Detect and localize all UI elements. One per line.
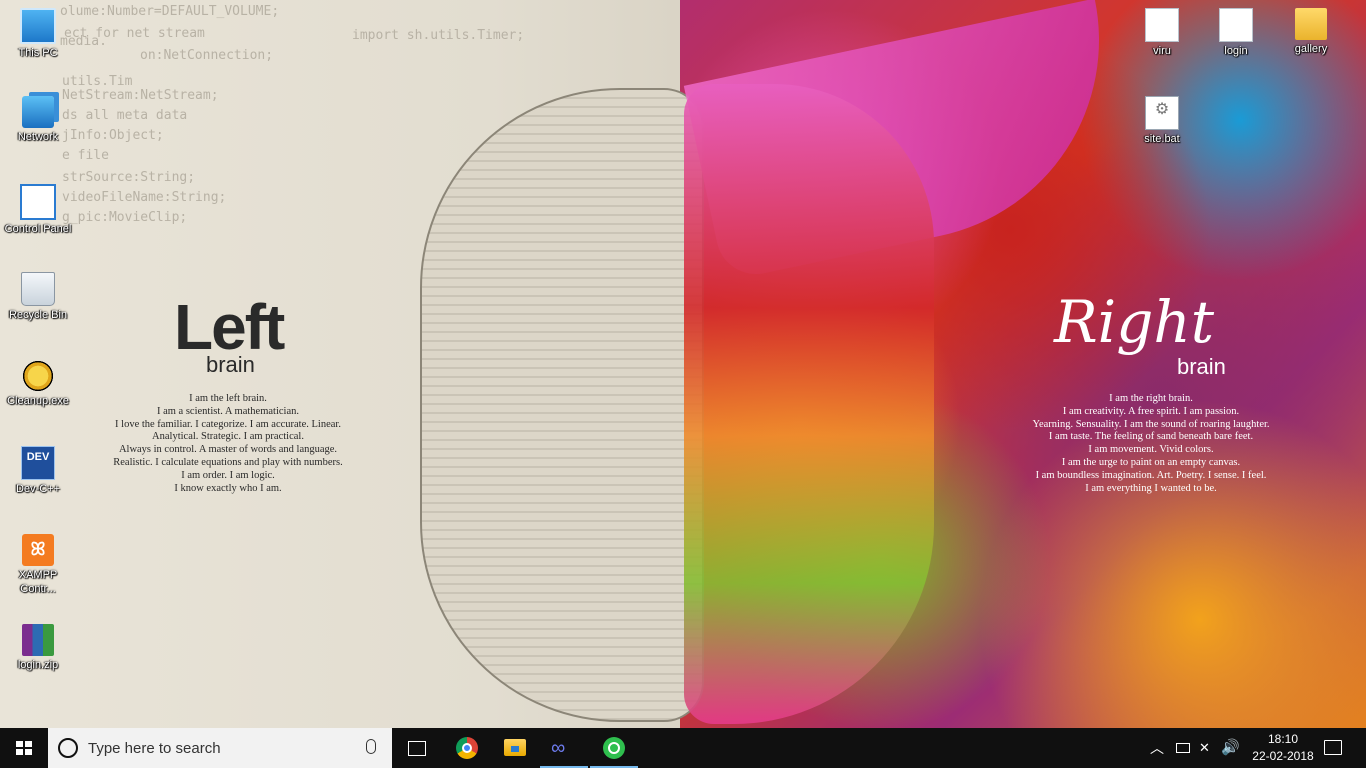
file-explorer-icon — [504, 739, 526, 756]
left-brain-text: I am the left brain. I am a scientist. A… — [92, 393, 364, 495]
right-brain-title: Right — [1054, 288, 1215, 356]
text-line: I love the familiar. I categorize. I am … — [115, 418, 341, 430]
desktop-icon-label: gallery — [1294, 43, 1328, 55]
microphone-icon[interactable] — [366, 739, 376, 754]
this-pc-icon — [20, 8, 56, 44]
desktop-icon-dev-cpp[interactable]: DEV Dev-C++ — [0, 446, 76, 496]
code-line: on:NetConnection; — [140, 48, 274, 63]
clock-date: 22-02-2018 — [1252, 749, 1314, 763]
taskbar-infinity-app[interactable]: ∞ — [540, 728, 588, 768]
desktop-icon-label: Network — [17, 131, 59, 143]
code-line: import sh.utils.Timer; — [352, 28, 525, 43]
desktop-icon-label: Control Panel — [4, 223, 72, 235]
text-line: I am the left brain. — [189, 393, 267, 404]
cleanup-icon — [22, 360, 54, 392]
desktop-icon-login[interactable]: login — [1198, 8, 1274, 58]
code-line: NetStream:NetStream; — [62, 88, 219, 103]
search-input[interactable]: Type here to search — [48, 728, 392, 768]
desktop-icon-label: login — [1224, 45, 1248, 57]
text-line: I am taste. The feeling of sand beneath … — [1048, 431, 1254, 443]
winrar-archive-icon — [22, 624, 54, 656]
right-brain-text: I am the right brain. I am creativity. A… — [1018, 393, 1284, 495]
document-icon — [1145, 8, 1179, 42]
battery-icon[interactable] — [1176, 743, 1190, 753]
text-line: I am the urge to paint on an empty canva… — [1061, 456, 1241, 468]
taskbar-green-app[interactable] — [590, 728, 638, 768]
taskbar-chrome[interactable] — [443, 728, 491, 768]
right-brain-subtitle: brain — [1177, 354, 1226, 379]
text-line: I am everything I wanted to be. — [1085, 482, 1217, 494]
code-line: ds all meta data — [62, 108, 188, 123]
xampp-icon: ꕤ — [22, 534, 54, 566]
taskbar: Type here to search ∞ ︿ ✕ 🔊 18:10 22-02-… — [0, 728, 1366, 768]
windows-logo-icon — [16, 741, 32, 755]
desktop-icon-gallery[interactable]: gallery — [1273, 8, 1349, 56]
desktop-icon-viru[interactable]: viru — [1124, 8, 1200, 58]
text-line: Realistic. I calculate equations and pla… — [113, 456, 343, 468]
left-brain-sketch — [420, 88, 704, 722]
document-icon — [1219, 8, 1253, 42]
action-center-icon[interactable] — [1324, 740, 1342, 755]
desktop-icon-recycle-bin[interactable]: Recycle Bin — [0, 272, 76, 322]
text-line: I am boundless imagination. Art. Poetry.… — [1035, 469, 1267, 481]
desktop-icon-this-pc[interactable]: This PC — [0, 8, 76, 60]
system-clock[interactable]: 18:10 22-02-2018 — [1246, 731, 1320, 765]
recycle-bin-icon — [21, 272, 55, 306]
right-brain-paint — [684, 84, 934, 724]
desktop-icon-control-panel[interactable]: Control Panel — [0, 184, 76, 236]
text-line: Yearning. Sensuality. I am the sound of … — [1032, 418, 1270, 430]
start-button[interactable] — [0, 728, 48, 768]
taskbar-file-explorer[interactable] — [491, 728, 539, 768]
desktop-icon-label: site.bat — [1144, 133, 1180, 145]
text-line: I know exactly who I am. — [174, 482, 282, 494]
code-line: e file — [62, 148, 109, 163]
desktop-icon-label: viru — [1153, 45, 1171, 57]
text-line: I am the right brain. — [1109, 393, 1193, 404]
show-hidden-icons-chevron-icon[interactable]: ︿ — [1150, 738, 1164, 758]
desktop-icon-label: Dev-C++ — [15, 483, 61, 495]
code-line: g_pic:MovieClip; — [62, 210, 188, 225]
dev-cpp-icon: DEV — [21, 446, 55, 480]
desktop-icon-login-zip[interactable]: login.zip — [0, 624, 76, 672]
text-line: I am creativity. A free spirit. I am pas… — [1062, 405, 1240, 417]
desktop-icon-label: Recycle Bin — [8, 309, 68, 321]
code-line: jInfo:Object; — [62, 128, 164, 143]
text-line: Analytical. Strategic. I am practical. — [152, 431, 304, 443]
folder-icon — [1295, 8, 1327, 40]
desktop-icon-xampp[interactable]: ꕤ XAMPP Contr... — [0, 534, 76, 596]
infinity-icon: ∞ — [551, 737, 566, 759]
desktop-icon-site-bat[interactable]: ⚙ site.bat — [1124, 96, 1200, 146]
desktop-icon-label: login.zip — [17, 659, 59, 671]
cortana-icon — [58, 738, 78, 758]
desktop-icon-label: This PC — [18, 47, 58, 59]
volume-icon[interactable]: 🔊 — [1221, 738, 1240, 756]
network-icon — [22, 96, 54, 128]
chrome-icon — [456, 737, 478, 759]
control-panel-icon — [20, 184, 56, 220]
green-circle-icon — [603, 737, 625, 759]
network-disconnected-icon[interactable]: ✕ — [1199, 740, 1210, 756]
desktop-icon-cleanup[interactable]: Cleanup.exe — [0, 360, 76, 408]
batch-file-icon: ⚙ — [1145, 96, 1179, 130]
text-line: I am movement. Vivid colors. — [1088, 444, 1214, 456]
search-placeholder: Type here to search — [88, 740, 221, 757]
text-line: I am a scientist. A mathematician. — [156, 405, 299, 417]
code-line: utils.Tim — [62, 74, 133, 89]
code-line: olume:Number=DEFAULT_VOLUME; — [60, 4, 280, 19]
desktop-icon-network[interactable]: Network — [0, 96, 76, 144]
desktop-icon-label: XAMPP Contr... — [18, 569, 58, 595]
code-line: videoFileName:String; — [62, 190, 227, 205]
left-brain-subtitle: brain — [206, 352, 255, 377]
task-view-icon — [408, 741, 426, 756]
task-view-button[interactable] — [392, 728, 440, 768]
text-line: Always in control. A master of words and… — [118, 444, 338, 456]
code-line: strSource:String; — [62, 170, 196, 185]
desktop-icon-label: Cleanup.exe — [7, 395, 69, 407]
text-line: I am order. I am logic. — [181, 469, 275, 481]
clock-time: 18:10 — [1267, 732, 1299, 746]
